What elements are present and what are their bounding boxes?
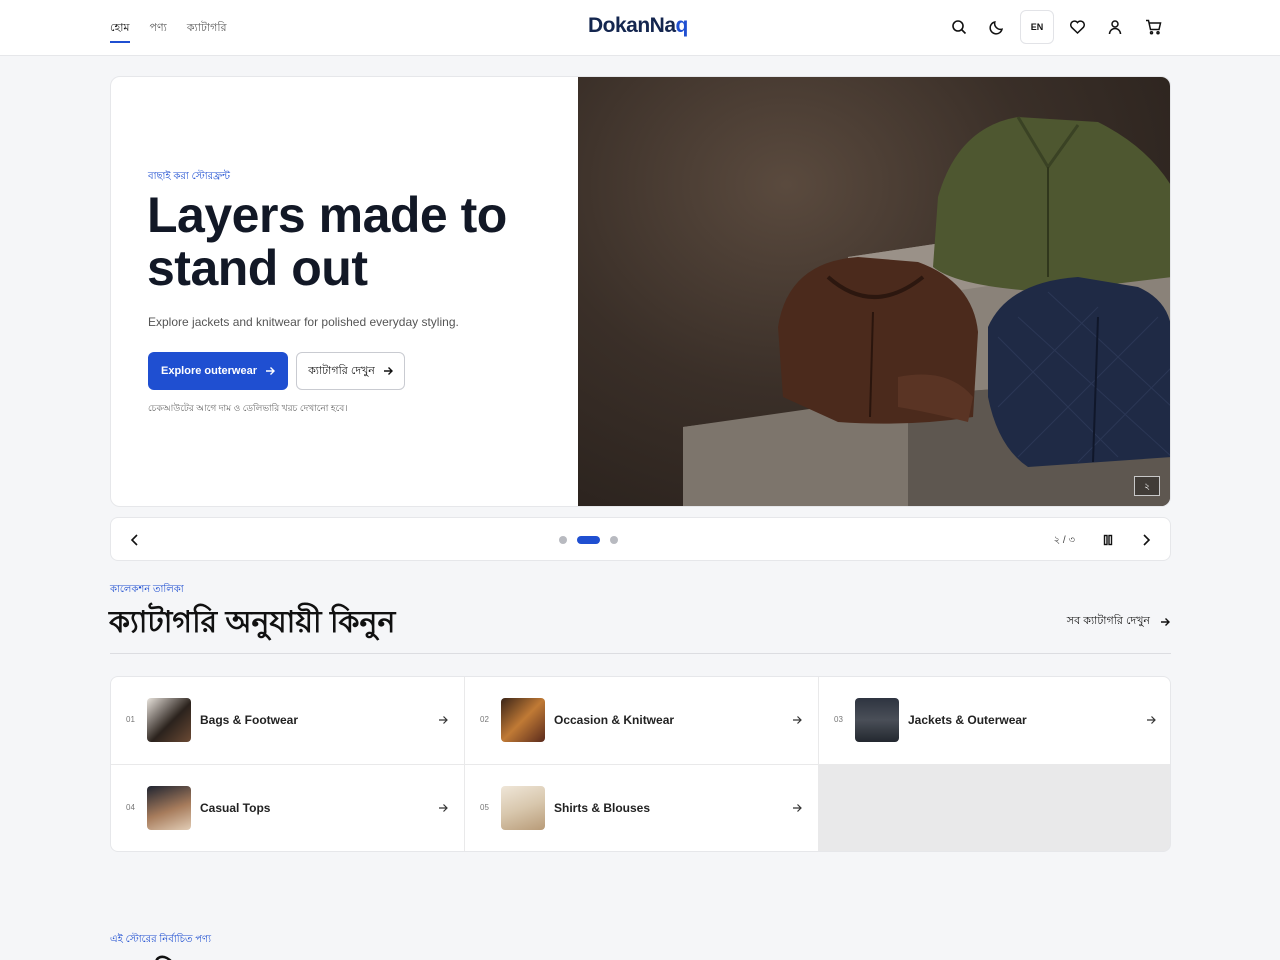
arrow-right-icon [265,367,275,375]
site-header: হোম পণ্য ক্যাটাগরি DokanNaq EN [0,0,1280,56]
see-all-categories-link[interactable]: সব ক্যাটাগরি দেখুন [1067,612,1170,631]
featured-eyebrow: এই স্টোরের নির্বাচিত পণ্য [110,934,211,945]
category-label: Occasion & Knitwear [554,713,675,727]
header-actions: EN [942,10,1170,44]
carousel-controls: ২ / ৩ [110,517,1171,561]
section-divider [110,653,1171,654]
slide-dot-2[interactable] [577,536,600,544]
heart-icon[interactable] [1060,10,1094,44]
hero-image: ২ [578,77,1170,506]
featured-title: জনপ্রিয় পণ্য [109,950,258,960]
category-label: Casual Tops [200,801,271,815]
category-thumbnail [501,786,545,830]
main-nav: হোম পণ্য ক্যাটাগরি [110,0,227,56]
slide-counter: ২ / ৩ [1053,535,1075,546]
arrow-right-icon [793,716,802,724]
arrow-right-icon [1161,617,1170,626]
explore-outerwear-button[interactable]: Explore outerwear [148,352,288,390]
nav-products[interactable]: পণ্য [150,0,167,56]
category-card-shirts-blouses[interactable]: 05 Shirts & Blouses [465,765,818,851]
chevron-left-icon [130,534,138,546]
slide-badge: ২ [1134,476,1160,496]
user-icon[interactable] [1098,10,1132,44]
category-thumbnail [147,698,191,742]
category-thumbnail [855,698,899,742]
categories-title: ক্যাটাগরি অনুযায়ী কিনুন [109,606,396,639]
explore-outerwear-label: Explore outerwear [161,365,257,377]
chevron-right-icon [1143,534,1151,546]
category-grid: 01 Bags & Footwear 02 Occasion & Knitwea… [110,676,1171,852]
hero-note: চেকআউটের আগে দাম ও ডেলিভারি খরচ দেখানো হ… [148,403,348,413]
hero-eyebrow: বাছাই করা স্টোরফ্রন্ট [148,171,231,182]
site-logo[interactable]: DokanNaq [588,14,688,38]
category-number: 01 [126,715,135,724]
see-all-label: সব ক্যাটাগরি দেখুন [1066,615,1150,627]
moon-icon[interactable] [980,10,1014,44]
category-label: Bags & Footwear [200,713,299,727]
view-categories-label: ক্যাটাগরি দেখুন [308,364,375,377]
previous-slide-button[interactable] [123,528,147,552]
carousel-dots [559,536,618,544]
category-number: 03 [834,715,843,724]
slide-dot-1[interactable] [559,536,567,544]
category-label: Shirts & Blouses [554,801,651,815]
category-label: Jackets & Outerwear [908,713,1027,727]
hero-description: Explore jackets and knitwear for polishe… [148,315,459,329]
category-thumbnail [501,698,545,742]
language-toggle[interactable]: EN [1020,10,1054,44]
category-card-occasion-knitwear[interactable]: 02 Occasion & Knitwear [465,677,818,764]
category-card-casual-tops[interactable]: 04 Casual Tops [111,765,464,851]
category-thumbnail [147,786,191,830]
category-number: 04 [126,803,135,812]
arrow-right-icon [439,716,448,724]
categories-eyebrow: কালেকশন তালিকা [110,584,184,595]
next-slide-button[interactable] [1134,528,1158,552]
arrow-right-icon [383,367,393,375]
pause-button[interactable] [1096,528,1120,552]
pause-icon [1103,534,1113,546]
hero-title: Layers made to stand out [147,187,507,296]
nav-categories[interactable]: ক্যাটাগরি [187,0,227,56]
hero-banner: বাছাই করা স্টোরফ্রন্ট Layers made to sta… [110,76,1171,507]
arrow-right-icon [793,804,802,812]
search-icon[interactable] [942,10,976,44]
slide-dot-3[interactable] [610,536,618,544]
category-number: 02 [480,715,489,724]
arrow-right-icon [1147,716,1156,724]
category-number: 05 [480,803,489,812]
jackets-illustration [683,116,1170,506]
arrow-right-icon [439,804,448,812]
category-card-jackets-outerwear[interactable]: 03 Jackets & Outerwear [819,677,1170,764]
cart-icon[interactable] [1136,10,1170,44]
logo-main: DokanNa [588,14,676,37]
view-categories-button[interactable]: ক্যাটাগরি দেখুন [296,352,405,390]
logo-accent: q [675,14,689,37]
category-card-bags-footwear[interactable]: 01 Bags & Footwear [111,677,464,764]
nav-home[interactable]: হোম [110,0,130,56]
